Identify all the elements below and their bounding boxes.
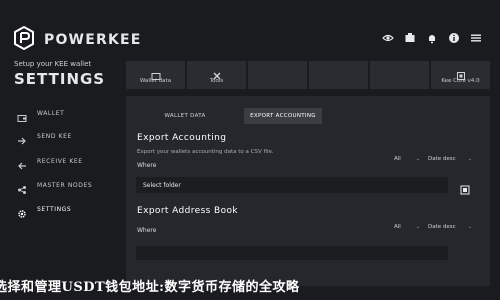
address-book-folder-field[interactable] <box>136 246 448 260</box>
folder-browse-icon[interactable] <box>460 180 470 195</box>
sidebar-item-receive-kee[interactable]: RECEIVE KEE <box>0 152 120 170</box>
chevron-down-icon: ⌄ <box>415 224 420 230</box>
tab-label: Kee Core v4.0 <box>441 78 480 84</box>
sidebar-item-label: SETTINGS <box>37 205 72 213</box>
chevron-down-icon: ⌄ <box>415 156 420 162</box>
powerkee-logo-icon <box>13 25 35 51</box>
settings-icon[interactable] <box>404 32 416 44</box>
tools-icon <box>212 66 222 80</box>
tab-label: Tools <box>209 78 224 84</box>
filter-date-select[interactable]: Date desc ⌄ <box>428 224 472 230</box>
sidebar-item-send-kee[interactable]: SEND KEE <box>0 127 120 145</box>
sub-tabs: WALLET DATA EXPORT ACCOUNTING <box>126 108 490 124</box>
eye-icon[interactable] <box>382 32 394 44</box>
export-accounting-title: Export Accounting <box>137 133 227 143</box>
filter-date-value: Date desc <box>428 224 456 230</box>
tab-label: Wallet data <box>139 78 172 84</box>
kee-core-icon <box>456 66 466 80</box>
sidebar-item-label: WALLET <box>37 109 65 117</box>
filter-all-value: All <box>394 156 401 162</box>
sidebar-item-label: MASTER NODES <box>37 181 93 189</box>
page-title: SETTINGS <box>14 70 106 88</box>
tab-icon <box>273 69 283 79</box>
filter-all-value: All <box>394 224 401 230</box>
top-toolbar <box>382 32 482 44</box>
subtab-export-accounting[interactable]: EXPORT ACCOUNTING <box>244 108 322 124</box>
tab-3[interactable] <box>248 61 307 89</box>
select-folder-field[interactable]: Select folder <box>136 177 448 193</box>
tab-kee-core[interactable]: Kee Core v4.0 <box>431 61 490 89</box>
setup-subtitle: Setup your KEE wallet <box>14 60 92 68</box>
export-address-book-title: Export Address Book <box>137 206 239 216</box>
settings-tabs: Wallet data Tools Kee Core v4.0 <box>126 61 490 89</box>
tab-icon <box>395 69 405 79</box>
filter-date-value: Date desc <box>428 156 456 162</box>
bell-icon[interactable] <box>426 32 438 44</box>
wallet-icon <box>17 108 27 122</box>
brand-name: POWERKEE <box>44 32 142 48</box>
where-label: Where <box>137 162 157 169</box>
chevron-down-icon: ⌄ <box>467 156 472 162</box>
subtab-wallet-data[interactable]: WALLET DATA <box>126 108 244 124</box>
filter-date-select[interactable]: Date desc ⌄ <box>428 156 472 162</box>
tab-wallet-data[interactable]: Wallet data <box>126 61 185 89</box>
receive-icon <box>17 156 27 170</box>
chevron-down-icon: ⌄ <box>467 224 472 230</box>
filter-all-select[interactable]: All ⌄ <box>394 224 420 230</box>
sidebar-item-master-nodes[interactable]: MASTER NODES <box>0 176 120 194</box>
export-accounting-description: Export your wallets accounting data to a… <box>137 149 274 155</box>
sidebar-item-label: RECEIVE KEE <box>37 157 83 165</box>
sidebar-item-label: SEND KEE <box>37 132 72 140</box>
wallet-icon <box>151 66 161 80</box>
gear-icon <box>17 204 27 218</box>
select-folder-text: Select folder <box>143 181 181 189</box>
sidebar-item-wallet[interactable]: WALLET <box>0 104 120 122</box>
tab-icon <box>334 69 344 79</box>
menu-icon[interactable] <box>470 32 482 44</box>
nodes-icon <box>17 180 27 194</box>
filter-all-select[interactable]: All ⌄ <box>394 156 420 162</box>
where-label: Where <box>137 227 157 234</box>
send-icon <box>17 131 27 145</box>
overlay-headline: 选择和管理USDT钱包地址:数字货币存储的全攻略 <box>0 280 300 295</box>
tab-5[interactable] <box>370 61 429 89</box>
tab-4[interactable] <box>309 61 368 89</box>
info-icon[interactable] <box>448 32 460 44</box>
sidebar-item-settings[interactable]: SETTINGS <box>0 200 120 218</box>
tab-tools[interactable]: Tools <box>187 61 246 89</box>
